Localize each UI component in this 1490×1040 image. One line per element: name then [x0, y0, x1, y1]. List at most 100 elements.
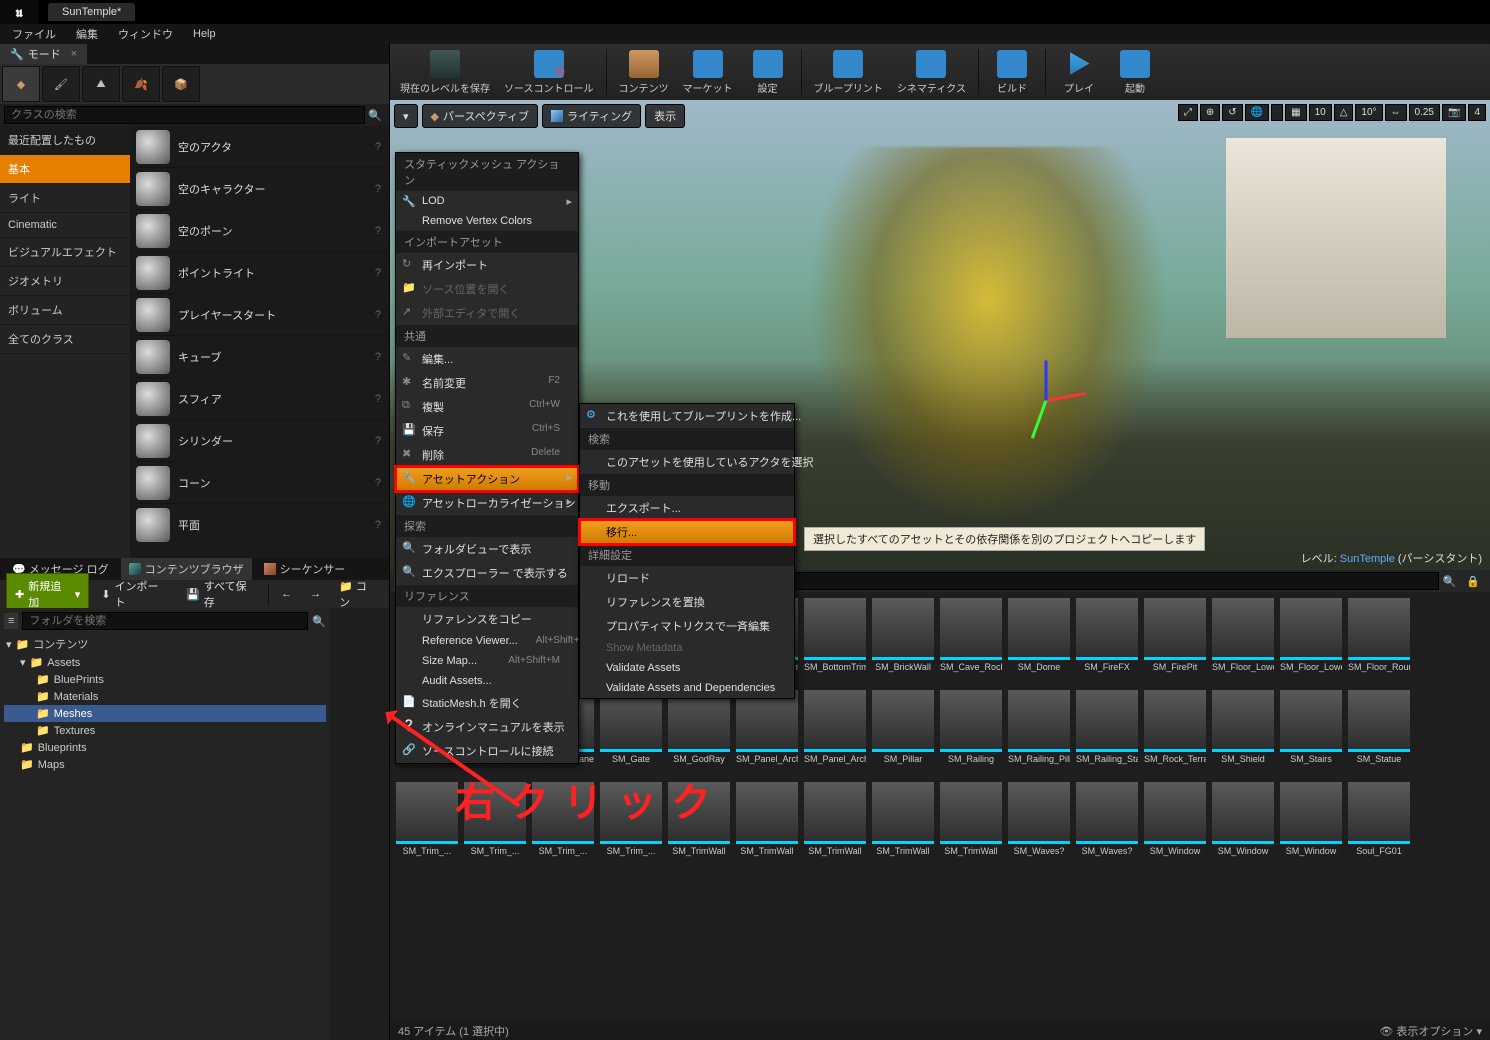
- ctx-replace-references[interactable]: リファレンスを置換: [580, 590, 794, 614]
- asset-tile[interactable]: SM_FirePit: [1144, 598, 1206, 682]
- ctx-validate-deps[interactable]: Validate Assets and Dependencies: [580, 678, 794, 698]
- ctx-property-matrix[interactable]: プロパティマトリクスで一斉編集: [580, 614, 794, 638]
- folder-search-input[interactable]: [22, 612, 308, 630]
- category-item[interactable]: Cinematic: [0, 213, 130, 238]
- category-item[interactable]: 最近配置したもの: [0, 126, 130, 155]
- help-icon[interactable]: ?: [375, 351, 381, 363]
- tree-node[interactable]: 📁 Materials: [4, 688, 326, 705]
- ctx-create-blueprint[interactable]: ⚙これを使用してブループリントを作成...: [580, 404, 794, 428]
- ctx-reference-viewer[interactable]: Reference Viewer...Alt+Shift+R: [396, 631, 578, 651]
- asset-tile[interactable]: SM_Rock_Terrain: [1144, 690, 1206, 774]
- help-icon[interactable]: ?: [375, 477, 381, 489]
- asset-tile[interactable]: SM_Shield: [1212, 690, 1274, 774]
- menu-edit[interactable]: 編集: [68, 24, 106, 44]
- asset-tile[interactable]: SM_Waves?: [1008, 782, 1070, 866]
- asset-tile[interactable]: SM_Panel_Arch: [736, 690, 798, 774]
- tree-toggle-icon[interactable]: ≡: [4, 613, 18, 629]
- project-tab[interactable]: SunTemple*: [48, 3, 135, 21]
- category-item[interactable]: ボリューム: [0, 296, 130, 325]
- ctx-export[interactable]: エクスポート...: [580, 496, 794, 520]
- actor-row[interactable]: 空のアクタ?: [130, 126, 389, 168]
- asset-tile[interactable]: SM_Trim_...: [396, 782, 458, 866]
- search-icon[interactable]: 🔍: [312, 615, 326, 628]
- ctx-show-in-folder[interactable]: 🔍フォルダビューで表示: [396, 537, 578, 561]
- ue-logo[interactable]: 𝖚: [0, 0, 38, 24]
- viewport-tool[interactable]: △: [1334, 104, 1354, 121]
- vp-lit[interactable]: ライティング: [542, 104, 641, 128]
- menu-window[interactable]: ウィンドウ: [110, 24, 181, 44]
- actor-row[interactable]: コーン?: [130, 462, 389, 504]
- help-icon[interactable]: ?: [375, 225, 381, 237]
- category-item[interactable]: ジオメトリ: [0, 267, 130, 296]
- asset-tile[interactable]: SM_Dome: [1008, 598, 1070, 682]
- ctx-remove-vertex-colors[interactable]: Remove Vertex Colors: [396, 211, 578, 231]
- asset-tile[interactable]: SM_Window: [1280, 782, 1342, 866]
- viewport-tool[interactable]: ⊕: [1200, 104, 1220, 121]
- category-item[interactable]: ライト: [0, 184, 130, 213]
- ctx-migrate[interactable]: 移行...: [580, 520, 794, 544]
- viewport-tool[interactable]: 0.25: [1409, 104, 1440, 121]
- ctx-delete[interactable]: ✖削除Delete: [396, 443, 578, 467]
- ctx-asset-actions[interactable]: 🔧アセットアクション▸: [396, 467, 578, 491]
- asset-tile[interactable]: SM_Pillar: [872, 690, 934, 774]
- tree-node[interactable]: ▾ 📁 Assets: [4, 654, 326, 671]
- class-search-input[interactable]: [4, 106, 365, 124]
- asset-tile[interactable]: SM_Waves?: [1076, 782, 1138, 866]
- ctx-save[interactable]: 💾保存Ctrl+S: [396, 419, 578, 443]
- asset-tile[interactable]: SM_BrickWall: [872, 598, 934, 682]
- viewport-tool[interactable]: 📷: [1442, 104, 1466, 121]
- ctx-asset-localization[interactable]: 🌐アセットローカライゼーション▸: [396, 491, 578, 515]
- mode-place[interactable]: ◆: [2, 66, 40, 102]
- actor-row[interactable]: 空のキャラクター?: [130, 168, 389, 210]
- ctx-validate-assets[interactable]: Validate Assets: [580, 658, 794, 678]
- toolbar-button[interactable]: 現在のレベルを保存: [394, 48, 496, 97]
- viewport-tool[interactable]: ↺: [1222, 104, 1242, 121]
- toolbar-button[interactable]: プレイ: [1052, 48, 1106, 97]
- modes-tab[interactable]: 🔧 モード ×: [0, 44, 87, 64]
- toolbar-button[interactable]: ブループリント: [808, 48, 889, 97]
- help-icon[interactable]: ?: [375, 393, 381, 405]
- asset-tile[interactable]: SM_GodRay: [668, 690, 730, 774]
- path-fwd[interactable]: →: [304, 584, 327, 604]
- help-icon[interactable]: ?: [375, 435, 381, 447]
- lock-icon[interactable]: 🔒: [1460, 575, 1486, 588]
- viewport-tool[interactable]: ⇔: [1385, 104, 1407, 121]
- asset-tile[interactable]: SM_Gate: [600, 690, 662, 774]
- search-icon[interactable]: 🔍: [365, 109, 385, 122]
- actor-row[interactable]: ポイントライト?: [130, 252, 389, 294]
- toolbar-button[interactable]: シネマティクス: [891, 48, 972, 97]
- asset-tile[interactable]: SM_Railing_Stairs: [1076, 690, 1138, 774]
- viewport-tool[interactable]: [1271, 104, 1283, 121]
- asset-tile[interactable]: SM_Stairs: [1280, 690, 1342, 774]
- asset-tile[interactable]: SM_Window: [1144, 782, 1206, 866]
- close-icon[interactable]: ×: [71, 48, 77, 60]
- actor-row[interactable]: 平面?: [130, 504, 389, 546]
- tree-node[interactable]: 📁 BluePrints: [4, 671, 326, 688]
- ctx-size-map[interactable]: Size Map...Alt+Shift+M: [396, 651, 578, 671]
- asset-tile[interactable]: SM_TrimWall: [736, 782, 798, 866]
- help-icon[interactable]: ?: [375, 141, 381, 153]
- help-icon[interactable]: ?: [375, 519, 381, 531]
- ctx-edit[interactable]: ✎編集...: [396, 347, 578, 371]
- asset-tile[interactable]: SM_Railing: [940, 690, 1002, 774]
- search-icon[interactable]: 🔍: [1443, 575, 1457, 588]
- view-options-button[interactable]: 👁 表示オプション ▾: [1379, 1023, 1482, 1037]
- mode-paint[interactable]: 🖌: [42, 66, 80, 102]
- ctx-lod[interactable]: 🔧LOD▸: [396, 191, 578, 211]
- viewport-tool[interactable]: 10: [1309, 104, 1332, 121]
- transform-gizmo[interactable]: [1006, 359, 1086, 439]
- mode-geometry[interactable]: 📦: [162, 66, 200, 102]
- category-item[interactable]: 全てのクラス: [0, 325, 130, 354]
- mode-foliage[interactable]: 🍂: [122, 66, 160, 102]
- asset-tile[interactable]: SM_TrimWall: [940, 782, 1002, 866]
- asset-tile[interactable]: SM_TrimWall: [804, 782, 866, 866]
- viewport-tool[interactable]: ⤢: [1178, 104, 1198, 121]
- toolbar-button[interactable]: ソースコントロール: [498, 48, 600, 97]
- actor-row[interactable]: シリンダー?: [130, 420, 389, 462]
- asset-tile[interactable]: SM_Panel_Arch4: [804, 690, 866, 774]
- tree-node[interactable]: 📁 Meshes: [4, 705, 326, 722]
- asset-tile[interactable]: SM_FireFX: [1076, 598, 1138, 682]
- toolbar-button[interactable]: 設定: [741, 48, 795, 97]
- ctx-select-actors-using[interactable]: このアセットを使用しているアクタを選択: [580, 450, 794, 474]
- ctx-rename[interactable]: ✱名前変更F2: [396, 371, 578, 395]
